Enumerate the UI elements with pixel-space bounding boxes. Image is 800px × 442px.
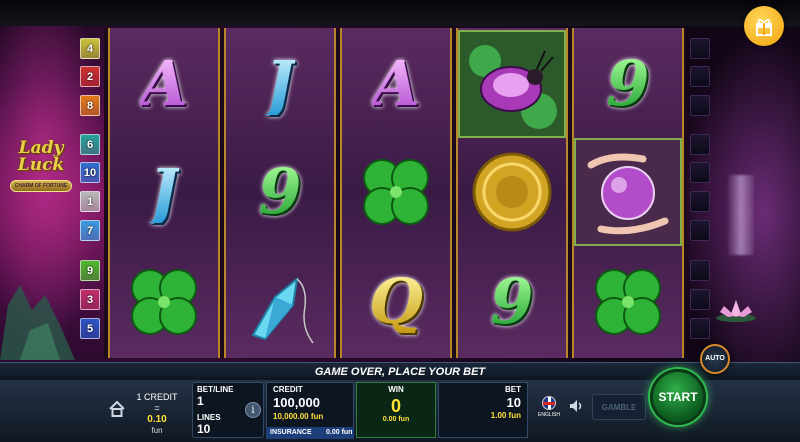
reel-4: 9 <box>456 28 568 358</box>
logo-line2: Luck <box>17 155 65 175</box>
symbol-crystal <box>226 248 334 356</box>
flag-icon <box>542 396 556 410</box>
coin-icon <box>472 152 552 232</box>
background-waterfall <box>728 175 754 255</box>
beetle-icon <box>469 45 557 129</box>
win-fun: 0.00 fun <box>382 416 410 423</box>
credit-label: CREDIT <box>273 385 303 394</box>
symbol-clover <box>342 138 450 246</box>
language-label: ENGLISH <box>538 412 560 418</box>
symbol-j: J <box>149 155 179 228</box>
payline-button-10[interactable]: 10 <box>80 162 100 183</box>
payline-button-9[interactable]: 9 <box>80 260 100 281</box>
language-selector[interactable]: ENGLISH <box>538 396 560 418</box>
symbol-q: Q <box>368 265 423 338</box>
bet-label: BET <box>505 385 521 394</box>
auto-button[interactable]: AUTO <box>700 344 730 374</box>
symbol-a: A <box>139 47 189 120</box>
payline-slot-right[interactable] <box>690 318 710 339</box>
bet-value: 10 <box>506 395 521 410</box>
gift-icon <box>756 19 772 36</box>
symbol-a: A <box>371 47 421 120</box>
clover-icon <box>131 269 197 335</box>
payline-slot-right[interactable] <box>690 162 710 183</box>
symbol-j: J <box>265 47 295 120</box>
credit-rate-value: 0.10 <box>147 414 167 425</box>
bet-line-value[interactable]: 1 <box>197 394 204 408</box>
reels-area: A J J 9 A Q 9 9 <box>104 28 686 358</box>
logo-subtitle: CHARM OF FORTUNE <box>9 180 73 192</box>
payline-button-8[interactable]: 8 <box>80 95 100 116</box>
credit-value: 100,000 <box>273 395 320 410</box>
credit-fun: 10,000.00 fun <box>273 412 324 421</box>
payline-button-4[interactable]: 4 <box>80 38 100 59</box>
game-logo: Lady Luck CHARM OF FORTUNE <box>6 140 76 220</box>
lines-value[interactable]: 10 <box>197 422 210 436</box>
lotus-icon <box>716 300 756 322</box>
payline-button-5[interactable]: 5 <box>80 318 100 339</box>
background-rocks <box>0 285 75 360</box>
payline-button-1[interactable]: 1 <box>80 191 100 212</box>
info-button[interactable]: i <box>245 402 261 418</box>
speaker-icon[interactable] <box>568 398 584 414</box>
bet-line-label: BET/LINE <box>197 385 234 394</box>
payline-slot-right[interactable] <box>690 289 710 310</box>
insurance-value: 0.00 fun <box>326 429 353 436</box>
payline-slot-right[interactable] <box>690 260 710 281</box>
clover-icon <box>363 159 429 225</box>
reel-1: A J <box>108 28 220 358</box>
home-icon[interactable] <box>108 400 126 418</box>
payline-button-6[interactable]: 6 <box>80 134 100 155</box>
payline-slot-right[interactable] <box>690 38 710 59</box>
game-scene: Lady Luck CHARM OF FORTUNE 4 2 8 6 10 1 7 9 3 5 A… <box>0 0 800 442</box>
payline-slot-right[interactable] <box>690 220 710 241</box>
insurance-label: INSURANCE <box>270 429 312 436</box>
crystal-ball-icon <box>587 153 669 235</box>
lines-label: LINES <box>197 413 221 422</box>
reel-5: 9 <box>572 28 684 358</box>
payline-slot-right[interactable] <box>690 134 710 155</box>
win-label: WIN <box>388 385 404 394</box>
credit-rate-unit: fun <box>151 426 163 435</box>
gift-button[interactable] <box>744 6 784 46</box>
symbol-crystal-ball <box>574 138 682 246</box>
symbol-clover <box>574 248 682 356</box>
payline-button-2[interactable]: 2 <box>80 66 100 87</box>
symbol-9: 9 <box>490 265 534 338</box>
symbol-9: 9 <box>606 47 650 120</box>
payline-slot-right[interactable] <box>690 191 710 212</box>
symbol-clover <box>110 248 218 356</box>
symbol-beetle <box>458 30 566 138</box>
win-box: WIN 0 0.00 fun <box>356 382 436 438</box>
symbol-9: 9 <box>258 155 302 228</box>
credit-rate-label: 1 CREDIT = <box>136 392 178 413</box>
start-button[interactable]: START <box>650 369 706 425</box>
gamble-button[interactable]: GAMBLE <box>592 394 646 420</box>
payline-slot-right[interactable] <box>690 95 710 116</box>
payline-slot-right[interactable] <box>690 66 710 87</box>
reel-2: J 9 <box>224 28 336 358</box>
win-value: 0 <box>390 396 401 416</box>
payline-button-7[interactable]: 7 <box>80 220 100 241</box>
bet-box[interactable]: BET 10 1.00 fun <box>438 382 528 438</box>
clover-icon <box>595 269 661 335</box>
credit-rate: 1 CREDIT = 0.10 fun <box>134 392 180 436</box>
bet-fun: 1.00 fun <box>490 411 521 420</box>
payline-button-3[interactable]: 3 <box>80 289 100 310</box>
symbol-coin <box>458 138 566 246</box>
reel-3: A Q <box>340 28 452 358</box>
top-bar <box>0 0 800 26</box>
crystal-icon <box>251 276 314 344</box>
